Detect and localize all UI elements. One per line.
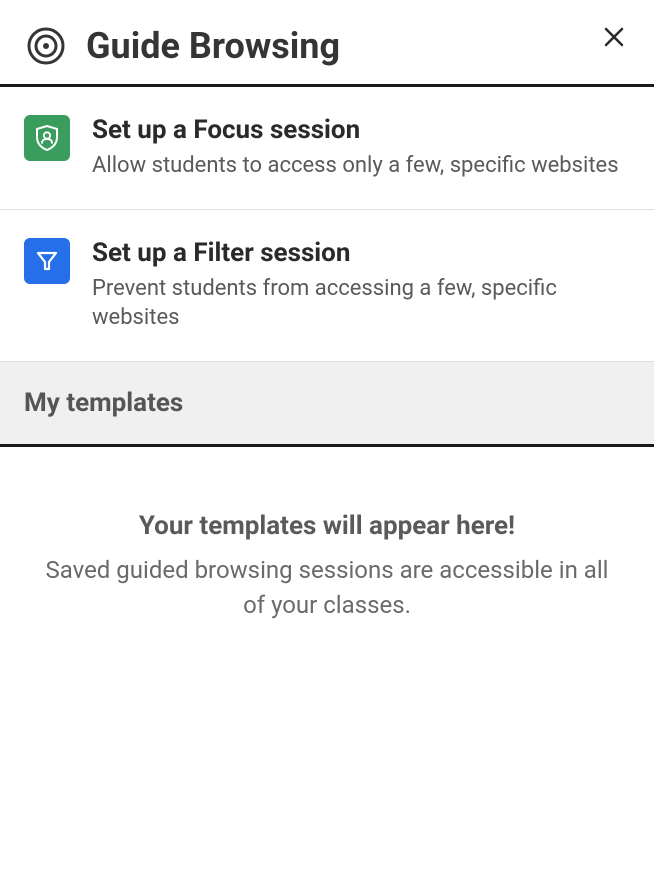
focus-description: Allow students to access only a few, spe…	[92, 151, 630, 181]
templates-empty-state: Your templates will appear here! Saved g…	[0, 447, 654, 687]
focus-session-option[interactable]: Set up a Focus session Allow students to…	[0, 87, 654, 210]
templates-section-header: My templates	[0, 362, 654, 447]
focus-icon	[24, 115, 70, 161]
focus-content: Set up a Focus session Allow students to…	[92, 115, 630, 181]
filter-session-option[interactable]: Set up a Filter session Prevent students…	[0, 210, 654, 362]
filter-icon	[24, 238, 70, 284]
dialog-header: Guide Browsing	[0, 0, 654, 87]
focus-title: Set up a Focus session	[92, 115, 630, 145]
filter-title: Set up a Filter session	[92, 238, 630, 268]
filter-description: Prevent students from accessing a few, s…	[92, 274, 630, 333]
templates-section-title: My templates	[24, 388, 630, 418]
close-button[interactable]	[598, 18, 630, 58]
templates-empty-description: Saved guided browsing sessions are acces…	[40, 553, 614, 623]
dialog-title: Guide Browsing	[86, 25, 340, 67]
filter-content: Set up a Filter session Prevent students…	[92, 238, 630, 333]
templates-empty-title: Your templates will appear here!	[40, 511, 614, 541]
close-icon	[602, 20, 626, 56]
target-icon	[24, 24, 68, 68]
